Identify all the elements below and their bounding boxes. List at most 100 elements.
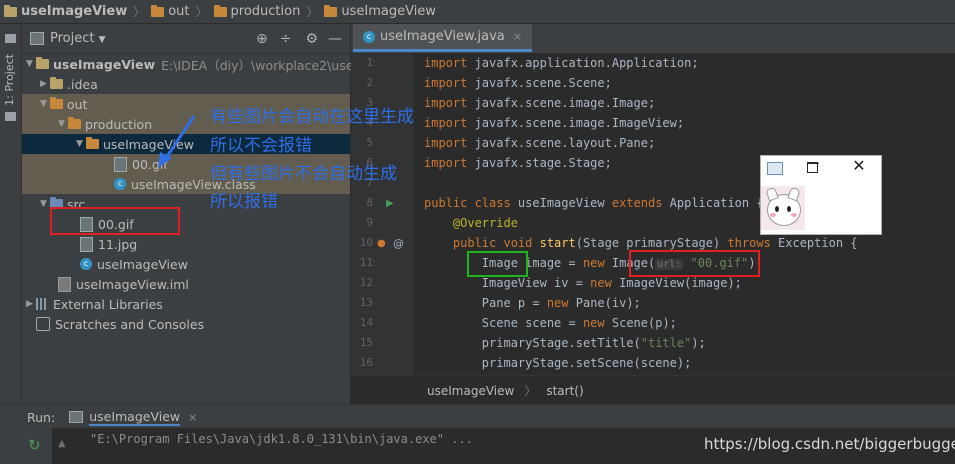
- collapse-icon[interactable]: ÷: [280, 31, 292, 47]
- navigation-breadcrumb: useImageView 〉 out 〉 production 〉 useIma…: [0, 0, 955, 24]
- folder-icon: [324, 4, 338, 17]
- chevron-right-icon: 〉: [133, 5, 146, 19]
- chevron-right-icon: 〉: [195, 5, 208, 19]
- run-gutter-icon[interactable]: ▶: [386, 198, 394, 209]
- tree-item-project-root[interactable]: ▼ useImageView E:\IDEA（diy）\workplace2\u…: [26, 54, 369, 74]
- structure-tool-icon[interactable]: [5, 112, 16, 121]
- code-token: import: [424, 136, 468, 150]
- tool-window-stripe: 1: Project: [0, 24, 22, 404]
- code-token: ImageView(image);: [611, 276, 742, 290]
- line-number: 2: [366, 76, 373, 89]
- scroll-up-icon[interactable]: ▲: [58, 438, 66, 449]
- module-file-icon: [58, 276, 71, 292]
- javafx-stage-window: — ✕: [760, 155, 882, 235]
- code-token: extends: [611, 196, 663, 210]
- gif-path-highlight: [629, 250, 760, 277]
- expand-arrow-icon: ▼: [40, 99, 47, 109]
- tree-item-src-jpg[interactable]: 11.jpg: [80, 234, 137, 254]
- code-line: import javafx.scene.image.ImageView;: [424, 116, 684, 130]
- project-tool-label[interactable]: 1: Project: [3, 54, 16, 106]
- code-line: import javafx.scene.Scene;: [424, 76, 612, 90]
- code-token: javafx.scene.image.ImageView;: [467, 116, 685, 130]
- project-view-selector[interactable]: Project ▼: [50, 31, 106, 46]
- line-number: 5: [366, 136, 373, 149]
- code-token: primaryStage.setTitle(: [424, 336, 641, 350]
- line-number: 9: [366, 216, 373, 229]
- line-number: 8: [366, 196, 373, 209]
- tree-item-production[interactable]: ▼ production: [58, 114, 152, 134]
- code-token: javafx.stage.Stage;: [467, 156, 612, 170]
- line-number: 1: [366, 56, 373, 69]
- java-class-icon: c: [363, 30, 375, 43]
- locate-icon[interactable]: ⊕: [256, 31, 268, 47]
- code-token: start: [532, 236, 576, 250]
- annotation-text-1: 有些图片会自动在这里生成: [210, 107, 414, 127]
- run-label: Run:: [27, 409, 56, 425]
- code-token: import: [424, 56, 468, 70]
- image-file-icon: [114, 156, 127, 172]
- expand-arrow-icon: ▼: [40, 199, 47, 209]
- code-token: javafx.application.Application;: [467, 56, 699, 70]
- tree-item-java-class[interactable]: c useImageView: [80, 254, 188, 274]
- editor-breadcrumb: useImageView 〉 start(): [351, 375, 955, 405]
- code-token: public class: [424, 196, 511, 210]
- code-line: import javafx.stage.Stage;: [424, 156, 612, 170]
- rerun-icon[interactable]: ↻: [28, 436, 41, 454]
- code-token: (Stage primaryStage): [575, 236, 728, 250]
- code-token: "title": [640, 336, 692, 350]
- code-token: new: [582, 256, 605, 270]
- src-gif-highlight: [50, 207, 180, 235]
- code-line: import javafx.scene.layout.Pane;: [424, 136, 655, 150]
- folder-icon: [50, 97, 63, 109]
- folder-icon: [86, 137, 99, 149]
- annotation-gutter-icon[interactable]: @: [393, 237, 404, 250]
- code-token: javafx.scene.layout.Pane;: [467, 136, 656, 150]
- code-token: new: [590, 276, 612, 290]
- code-line: Pane p = new Pane(iv);: [424, 296, 641, 310]
- code-token: primaryStage.setScene(scene);: [424, 356, 692, 370]
- tree-item-scratches[interactable]: Scratches and Consoles: [36, 314, 204, 334]
- code-token: import: [424, 76, 468, 90]
- expand-arrow-icon: ▼: [76, 139, 83, 149]
- window-icon: [767, 162, 783, 175]
- code-token: javafx.scene.Scene;: [467, 76, 612, 90]
- code-token: Application {: [662, 196, 764, 210]
- code-token: Pane(iv);: [568, 296, 641, 310]
- breadcrumb-class[interactable]: useImageView: [427, 384, 514, 398]
- breadcrumb-out[interactable]: out: [147, 4, 193, 19]
- line-number: 10: [359, 236, 373, 249]
- project-tool-icon[interactable]: [5, 34, 16, 43]
- code-token: import: [424, 96, 468, 110]
- class-file-icon: c: [114, 178, 126, 190]
- breadcrumb-project[interactable]: useImageView: [0, 4, 131, 19]
- code-line: import javafx.scene.image.Image;: [424, 96, 655, 110]
- libraries-icon: [36, 298, 48, 310]
- gif-image: [761, 186, 805, 230]
- code-token: import: [424, 116, 468, 130]
- tree-item-iml[interactable]: useImageView.iml: [58, 274, 189, 294]
- chevron-right-icon: 〉: [306, 5, 319, 19]
- tree-item-out[interactable]: ▼ out: [40, 94, 87, 114]
- maximize-window-button[interactable]: [807, 162, 818, 173]
- breadcrumb-useimageview[interactable]: useImageView: [320, 4, 440, 19]
- gear-icon[interactable]: ⚙: [305, 31, 318, 47]
- override-gutter-icon[interactable]: ●: [377, 238, 386, 249]
- project-panel-header: Project ▼ ⊕ ÷ ⚙ —: [22, 24, 350, 54]
- close-window-button[interactable]: ✕: [849, 156, 869, 176]
- line-number: 11: [359, 256, 373, 269]
- tree-item-external-libraries[interactable]: ▶ External Libraries: [26, 294, 163, 314]
- annotation-text-4: 所以报错: [210, 192, 278, 212]
- tree-item-idea[interactable]: ▶ .idea: [40, 74, 98, 94]
- run-config-tab[interactable]: useImageView: [89, 409, 181, 426]
- chevron-right-icon: 〉: [524, 384, 537, 398]
- image-class-highlight: [467, 251, 528, 277]
- close-tab-icon[interactable]: ×: [513, 30, 522, 43]
- code-token: Pane p =: [424, 296, 547, 310]
- minimize-icon[interactable]: —: [328, 31, 342, 47]
- annotation-text-3: 但有些图片不会自动生成: [210, 164, 397, 184]
- editor-tab-bar: c useImageView.java ×: [351, 24, 955, 54]
- close-run-tab-icon[interactable]: ×: [188, 411, 197, 424]
- breadcrumb-method[interactable]: start(): [546, 384, 583, 398]
- tab-useimageview-java[interactable]: c useImageView.java ×: [353, 24, 532, 52]
- breadcrumb-production[interactable]: production: [210, 4, 305, 19]
